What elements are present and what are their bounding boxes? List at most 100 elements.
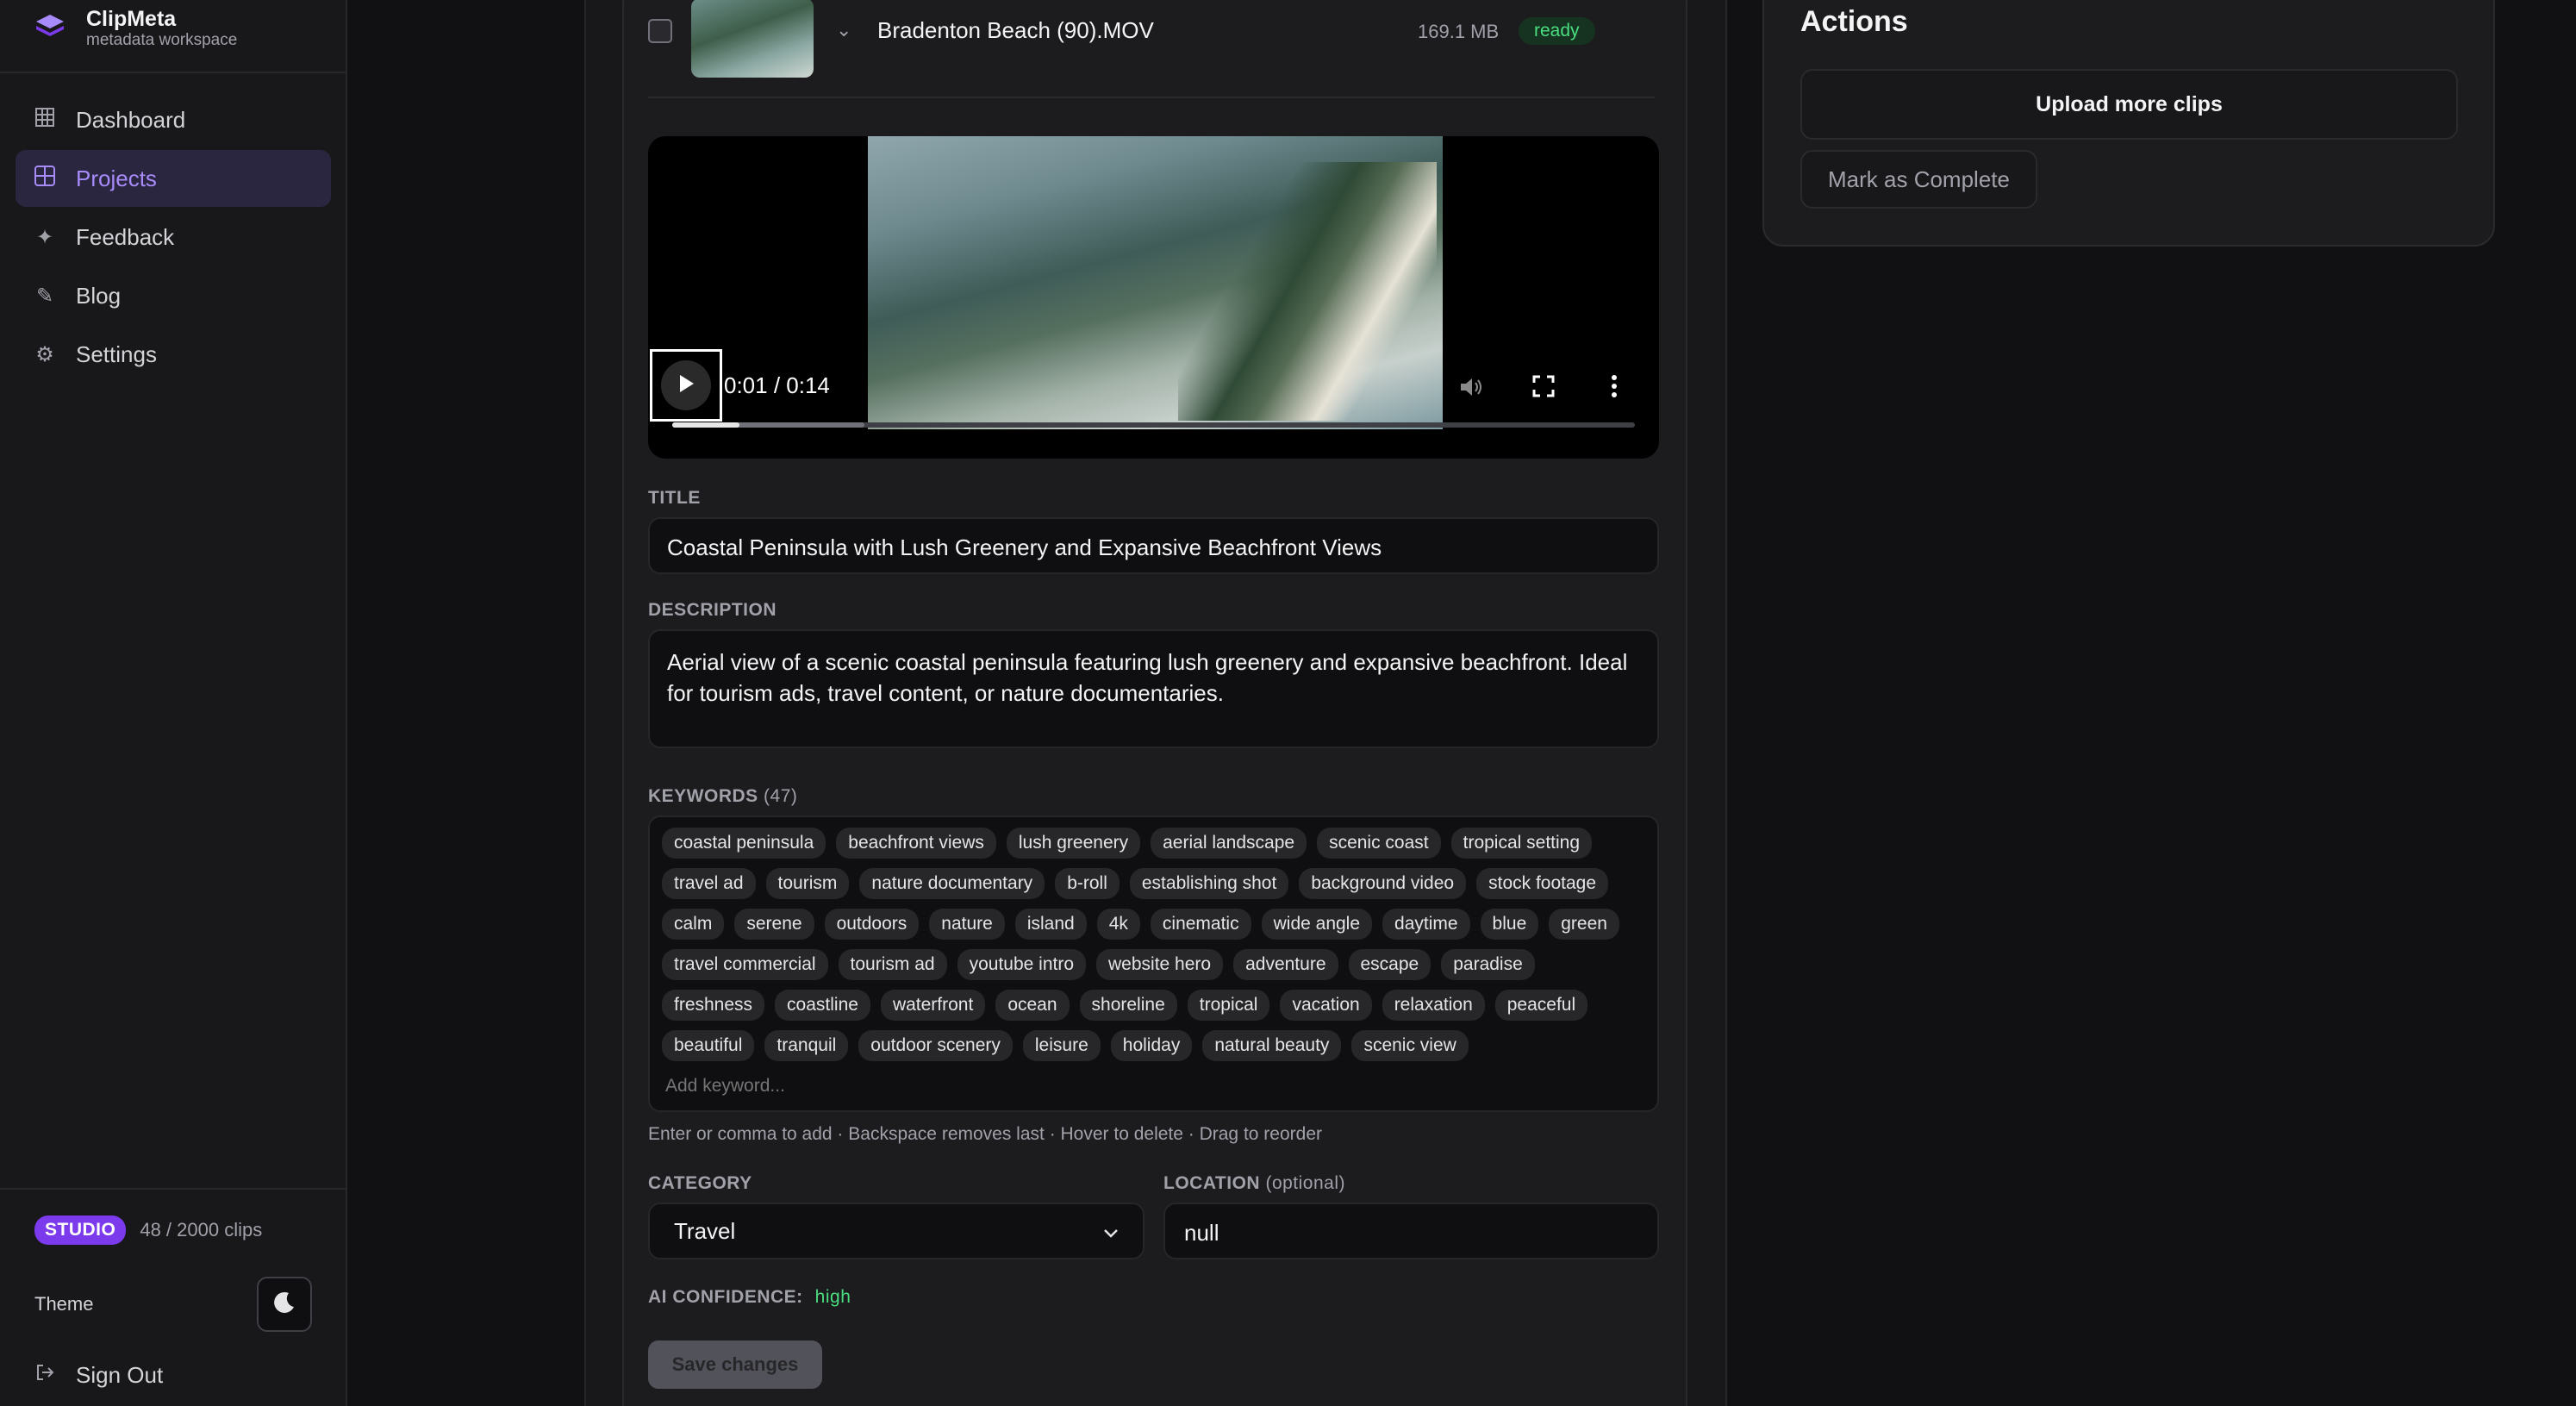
location-label: LOCATION (optional) bbox=[1163, 1173, 1346, 1193]
video-time: 0:01 / 0:14 bbox=[724, 372, 830, 398]
sidebar-item-label: Blog bbox=[76, 282, 122, 309]
save-button[interactable]: Save changes bbox=[648, 1340, 822, 1389]
keyword-chip[interactable]: tourism ad bbox=[838, 949, 947, 980]
volume-icon[interactable] bbox=[1458, 374, 1484, 406]
pen-icon: ✎ bbox=[35, 284, 54, 308]
description-label: DESCRIPTION bbox=[648, 600, 777, 620]
played-bar bbox=[672, 422, 740, 428]
projects-icon bbox=[34, 165, 55, 192]
keyword-chip[interactable]: relaxation bbox=[1382, 990, 1485, 1021]
play-icon bbox=[677, 374, 695, 397]
keyword-chip[interactable]: calm bbox=[662, 909, 725, 940]
keyword-chip[interactable]: aerial landscape bbox=[1151, 828, 1307, 859]
sidebar-divider bbox=[0, 72, 346, 73]
keyword-chip[interactable]: shoreline bbox=[1079, 990, 1177, 1021]
keyword-chip[interactable]: adventure bbox=[1233, 949, 1338, 980]
keyword-chip[interactable]: cinematic bbox=[1150, 909, 1251, 940]
keyword-chip[interactable]: website hero bbox=[1096, 949, 1224, 980]
keyword-chip[interactable]: 4k bbox=[1096, 909, 1140, 940]
sidebar-item-label: Projects bbox=[76, 165, 157, 191]
keyword-chip[interactable]: wide angle bbox=[1261, 909, 1373, 940]
theme-toggle-button[interactable] bbox=[257, 1277, 312, 1332]
keyword-chip[interactable]: scenic view bbox=[1351, 1030, 1469, 1061]
keyword-chip[interactable]: beautiful bbox=[662, 1030, 755, 1061]
keyword-chip[interactable]: island bbox=[1014, 909, 1087, 940]
keyword-chip[interactable]: scenic coast bbox=[1317, 828, 1441, 859]
keyword-chip[interactable]: green bbox=[1549, 909, 1619, 940]
keyword-chip[interactable]: escape bbox=[1348, 949, 1431, 980]
keyword-chip[interactable]: nature documentary bbox=[859, 868, 1045, 899]
upload-more-clips-button[interactable]: Upload more clips bbox=[1800, 69, 2458, 140]
location-field[interactable]: null bbox=[1163, 1203, 1659, 1259]
app-name: ClipMeta bbox=[86, 7, 177, 31]
moon-icon bbox=[271, 1290, 297, 1320]
sidebar-item-dashboard[interactable]: Dashboard bbox=[16, 91, 331, 148]
sidebar-item-projects[interactable]: Projects bbox=[16, 150, 331, 207]
keyword-chip[interactable]: background video bbox=[1299, 868, 1467, 899]
keywords-count: (47) bbox=[764, 786, 798, 806]
keyword-chip[interactable]: coastal peninsula bbox=[662, 828, 826, 859]
clip-thumbnail[interactable] bbox=[691, 0, 814, 78]
keyword-chip[interactable]: leisure bbox=[1022, 1030, 1101, 1061]
keyword-chip[interactable]: blue bbox=[1480, 909, 1539, 940]
video-player[interactable]: 0:01 / 0:14 bbox=[648, 136, 1659, 459]
keyword-chip[interactable]: daytime bbox=[1382, 909, 1470, 940]
sidebar-item-blog[interactable]: ✎ Blog bbox=[16, 267, 331, 324]
sidebar: ClipMeta metadata workspace Dashboard Pr… bbox=[0, 0, 347, 1406]
keyword-chip[interactable]: youtube intro bbox=[957, 949, 1087, 980]
keyword-chip[interactable]: nature bbox=[929, 909, 1005, 940]
category-value: Travel bbox=[674, 1217, 736, 1244]
keyword-chip[interactable]: holiday bbox=[1110, 1030, 1193, 1061]
keyword-chip[interactable]: beachfront views bbox=[836, 828, 996, 859]
keyword-chip[interactable]: serene bbox=[734, 909, 814, 940]
keyword-chip[interactable]: tranquil bbox=[764, 1030, 849, 1061]
keywords-help: Enter or comma to add · Backspace remove… bbox=[648, 1124, 1322, 1144]
chevron-down-icon[interactable]: ⌄ bbox=[836, 19, 851, 41]
fullscreen-icon[interactable] bbox=[1531, 374, 1556, 404]
sidebar-item-label: Settings bbox=[76, 341, 157, 367]
description-field[interactable]: Aerial view of a scenic coastal peninsul… bbox=[648, 629, 1659, 748]
title-field[interactable]: Coastal Peninsula with Lush Greenery and… bbox=[648, 517, 1659, 574]
sign-out-button[interactable]: Sign Out bbox=[34, 1362, 163, 1389]
mark-as-complete-button[interactable]: Mark as Complete bbox=[1800, 150, 2037, 209]
sidebar-item-settings[interactable]: ⚙ Settings bbox=[16, 326, 331, 383]
brand[interactable]: ClipMeta metadata workspace bbox=[34, 7, 237, 50]
clip-filename: Bradenton Beach (90).MOV bbox=[877, 17, 1154, 43]
add-keyword-input[interactable] bbox=[662, 1071, 834, 1102]
actions-title: Actions bbox=[1800, 5, 1908, 38]
category-select[interactable]: Travel bbox=[648, 1203, 1145, 1259]
gear-icon: ⚙ bbox=[35, 342, 54, 366]
sidebar-item-feedback[interactable]: ✦ Feedback bbox=[16, 209, 331, 266]
keyword-chip[interactable]: vacation bbox=[1280, 990, 1372, 1021]
keyword-chip[interactable]: ocean bbox=[995, 990, 1070, 1021]
keyword-chip[interactable]: travel commercial bbox=[662, 949, 828, 980]
keyword-chip[interactable]: tourism bbox=[765, 868, 850, 899]
keyword-chip[interactable]: peaceful bbox=[1494, 990, 1588, 1021]
keyword-chip[interactable]: tropical bbox=[1187, 990, 1270, 1021]
video-frame bbox=[868, 136, 1443, 429]
keyword-chip[interactable]: natural beauty bbox=[1202, 1030, 1342, 1061]
clip-select-checkbox[interactable] bbox=[648, 19, 672, 43]
grid-icon bbox=[34, 107, 55, 133]
ai-confidence-value: high bbox=[814, 1287, 851, 1307]
keyword-chip[interactable]: outdoor scenery bbox=[858, 1030, 1013, 1061]
keyword-chip[interactable]: lush greenery bbox=[1006, 828, 1141, 859]
video-progress-bar[interactable] bbox=[672, 422, 1635, 428]
play-button[interactable] bbox=[650, 349, 722, 422]
more-options-icon[interactable] bbox=[1610, 374, 1619, 404]
keyword-chip[interactable]: establishing shot bbox=[1129, 868, 1289, 899]
ai-confidence-label: AI CONFIDENCE: bbox=[648, 1287, 803, 1307]
ai-confidence: AI CONFIDENCE: high bbox=[648, 1287, 851, 1308]
keyword-chip[interactable]: b-roll bbox=[1055, 868, 1120, 899]
keyword-chip[interactable]: outdoors bbox=[824, 909, 920, 940]
app-tagline: metadata workspace bbox=[86, 31, 238, 49]
keyword-chip[interactable]: travel ad bbox=[662, 868, 756, 899]
keyword-chip[interactable]: coastline bbox=[775, 990, 870, 1021]
theme-label: Theme bbox=[34, 1293, 94, 1315]
keyword-chip[interactable]: freshness bbox=[662, 990, 765, 1021]
keyword-chip[interactable]: waterfront bbox=[880, 990, 986, 1021]
keyword-chip[interactable]: paradise bbox=[1441, 949, 1535, 980]
sign-out-label: Sign Out bbox=[76, 1362, 164, 1388]
keyword-chip[interactable]: stock footage bbox=[1476, 868, 1609, 899]
keyword-chip[interactable]: tropical setting bbox=[1450, 828, 1593, 859]
